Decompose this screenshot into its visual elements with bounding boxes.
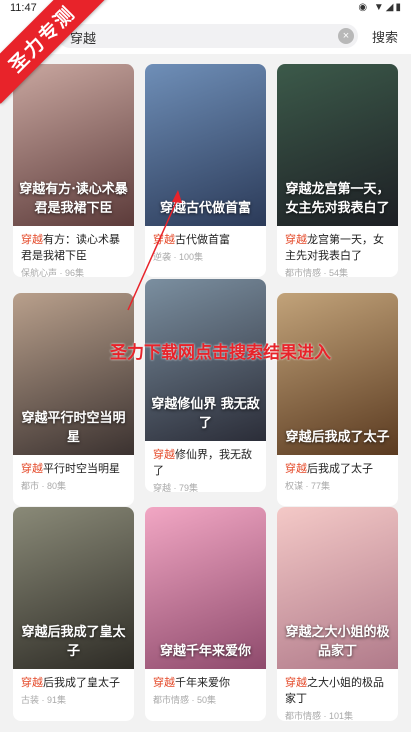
card-title-rest: 古代做首富 <box>175 234 230 246</box>
keyword-highlight: 穿越 <box>153 677 175 689</box>
keyword-highlight: 穿越 <box>21 234 43 246</box>
drama-card[interactable]: 穿越修仙界 我无敌了 穿越修仙界，我无敌了穿越 · 79集 <box>145 279 266 492</box>
drama-card[interactable]: 穿越龙宫第一天，女主先对我表白了 穿越龙宫第一天，女主先对我表白了都市情感 · 5… <box>277 64 398 277</box>
card-meta: 都市 · 80集 <box>21 481 67 491</box>
card-meta: 保航心声 · 96集 <box>21 268 85 277</box>
drama-card[interactable]: 穿越平行时空当明星 穿越平行时空当明星 都市 · 80集 <box>13 293 134 506</box>
keyword-highlight: 穿越 <box>285 677 307 689</box>
card-title[interactable]: 穿越古代做首富 <box>153 232 258 248</box>
poster-title: 穿越后我成了太子 <box>285 430 390 445</box>
poster-title: 穿越修仙界 我无敌了 <box>151 397 260 431</box>
poster-title: 穿越千年来爱你 <box>159 644 251 659</box>
poster-image[interactable]: 穿越后我成了太子 <box>277 293 398 455</box>
watermark-overlay-text: 圣力下载网点击搜索结果进入 <box>110 343 331 362</box>
poster-title: 穿越古代做首富 <box>159 201 251 216</box>
poster-image[interactable]: 穿越龙宫第一天，女主先对我表白了 <box>277 64 398 226</box>
keyword-highlight: 穿越 <box>285 463 307 475</box>
card-meta: 都市情感 · 50集 <box>153 695 217 705</box>
search-query: 穿越 <box>70 31 97 46</box>
drama-card[interactable]: 穿越古代做首富 穿越古代做首富 逆袭 · 100集 <box>145 64 266 277</box>
poster-image[interactable]: 穿越古代做首富 <box>145 64 266 226</box>
keyword-highlight: 穿越 <box>153 234 175 246</box>
poster-title: 穿越之大小姐的极品家丁 <box>285 625 390 659</box>
card-title[interactable]: 穿越后我成了皇太子 <box>21 675 126 691</box>
search-button[interactable]: 搜索 <box>372 27 398 46</box>
poster-title: 穿越龙宫第一天，女主先对我表白了 <box>285 182 390 216</box>
poster-image[interactable]: 穿越有方·读心术暴君是我裙下臣 <box>13 64 134 226</box>
poster-image[interactable]: 穿越之大小姐的极品家丁 <box>277 507 398 669</box>
card-title[interactable]: 穿越有方：读心术暴君是我裙下臣 <box>21 232 126 264</box>
poster-title: 穿越有方·读心术暴君是我裙下臣 <box>19 182 128 216</box>
card-title[interactable]: 穿越千年来爱你 <box>153 675 258 691</box>
card-title-rest: 后我成了皇太子 <box>43 677 120 689</box>
drama-card[interactable]: 穿越千年来爱你 穿越千年来爱你 都市情感 · 50集 <box>145 507 266 721</box>
keyword-highlight: 穿越 <box>153 449 175 461</box>
poster-image[interactable]: 穿越平行时空当明星 <box>13 293 134 455</box>
card-meta: 权谋 · 77集 <box>285 481 331 491</box>
card-title[interactable]: 穿越平行时空当明星 <box>21 461 126 477</box>
clear-icon[interactable]: × <box>338 28 354 44</box>
poster-title: 穿越平行时空当明星 <box>21 411 126 445</box>
poster-title: 穿越后我成了皇太子 <box>21 625 126 659</box>
card-meta: 都市情感 · 54集 <box>285 268 349 277</box>
card-title[interactable]: 穿越之大小姐的极品家丁 <box>285 675 390 707</box>
card-title-rest: 千年来爱你 <box>175 677 230 689</box>
drama-card[interactable]: 穿越后我成了皇太子 穿越后我成了皇太子 古装 · 91集 <box>13 507 134 721</box>
card-title-rest: 平行时空当明星 <box>43 463 120 475</box>
poster-image[interactable]: 穿越千年来爱你 <box>145 507 266 669</box>
keyword-highlight: 穿越 <box>21 677 43 689</box>
search-input[interactable]: 穿越 × <box>58 24 358 48</box>
card-title[interactable]: 穿越龙宫第一天，女主先对我表白了 <box>285 232 390 264</box>
card-title[interactable]: 穿越后我成了太子 <box>285 461 390 477</box>
drama-card[interactable]: 穿越之大小姐的极品家丁 穿越之大小姐的极品家丁都市情感 · 101集 <box>277 507 398 721</box>
drama-card[interactable]: 穿越后我成了太子 穿越后我成了太子 权谋 · 77集 <box>277 293 398 506</box>
status-time: 11:47 <box>10 2 37 14</box>
card-meta: 逆袭 · 100集 <box>153 252 204 262</box>
card-title-rest: 后我成了太子 <box>307 463 373 475</box>
poster-image[interactable]: 穿越后我成了皇太子 <box>13 507 134 669</box>
keyword-highlight: 穿越 <box>285 234 307 246</box>
keyword-highlight: 穿越 <box>21 463 43 475</box>
card-meta: 古装 · 91集 <box>21 695 67 705</box>
card-title[interactable]: 穿越修仙界，我无敌了 <box>153 447 258 479</box>
card-meta: 都市情感 · 101集 <box>285 711 354 721</box>
card-meta: 穿越 · 79集 <box>153 483 199 492</box>
status-icons: ◉ ▼◢▮ <box>358 2 403 13</box>
drama-card[interactable]: 穿越有方·读心术暴君是我裙下臣 穿越有方：读心术暴君是我裙下臣保航心声 · 96集 <box>13 64 134 277</box>
